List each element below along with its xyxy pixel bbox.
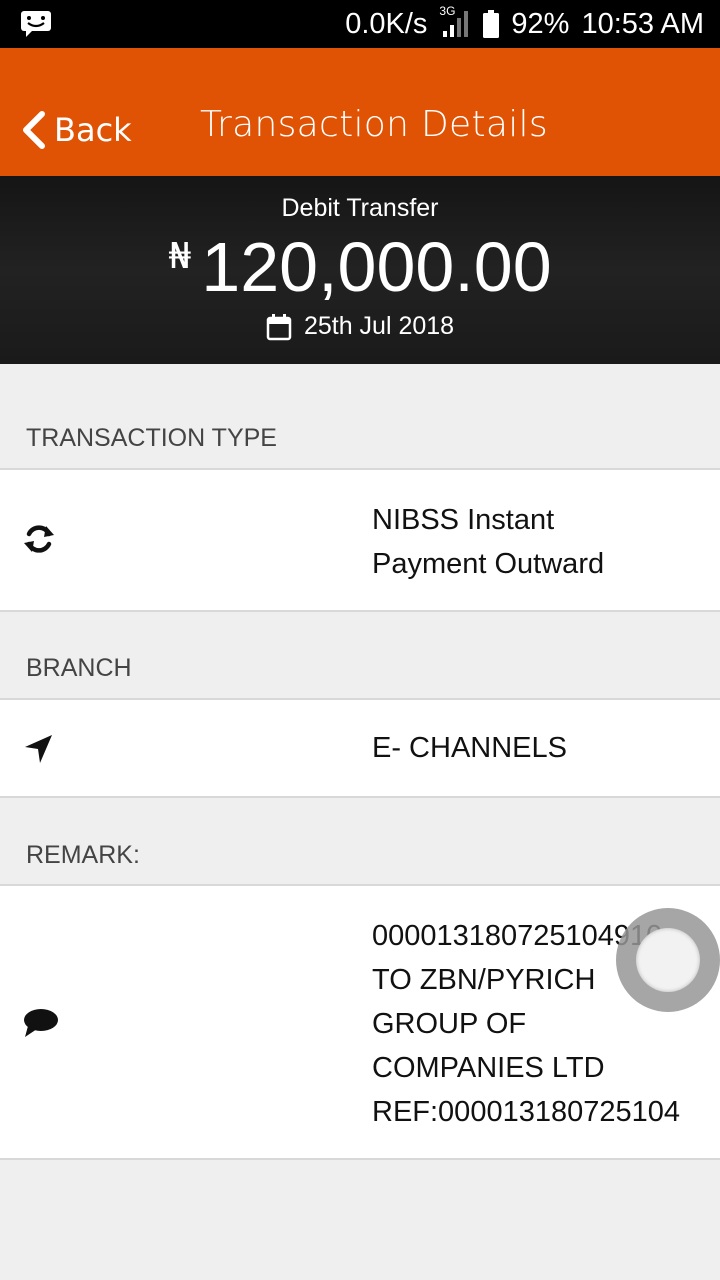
location-arrow-icon bbox=[25, 735, 52, 763]
status-bar: 0.0K/s 3G 92% 10:53 AM bbox=[0, 0, 720, 48]
calendar-icon bbox=[266, 313, 292, 340]
transaction-amount: 120,000.00 bbox=[201, 228, 552, 306]
screen-title: Transaction Details bbox=[200, 104, 548, 145]
refresh-icon bbox=[24, 525, 54, 553]
back-label: Back bbox=[54, 111, 132, 149]
section-label-remark: REMARK: bbox=[26, 841, 140, 869]
section-label-branch: BRANCH bbox=[26, 654, 132, 682]
transaction-type-value: NIBSS Instant Payment Outward bbox=[372, 504, 605, 580]
section-label-transaction-type: TRANSACTION TYPE bbox=[26, 424, 277, 452]
comment-icon bbox=[24, 1009, 58, 1037]
transaction-date: 25th Jul 2018 bbox=[303, 312, 455, 340]
net-speed: 0.0K/s bbox=[345, 7, 428, 40]
remark-row: 000013180725104910 TO ZBN/PYRICH GROUP O… bbox=[0, 884, 720, 1160]
status-right-group: 0.0K/s 3G 92% 10:53 AM bbox=[345, 0, 704, 48]
branch-row: E- CHANNELS bbox=[0, 698, 720, 798]
floating-touch-indicator[interactable] bbox=[616, 908, 720, 1012]
floating-touch-indicator-inner bbox=[636, 928, 700, 992]
transaction-summary: Debit Transfer ₦ 120,000.00 25th Jul 201… bbox=[0, 176, 720, 364]
currency-symbol: ₦ bbox=[168, 236, 192, 277]
chevron-left-icon bbox=[23, 111, 45, 149]
network-type: 3G bbox=[439, 4, 456, 18]
signal-icon: 3G bbox=[439, 5, 471, 39]
clock: 10:53 AM bbox=[581, 7, 704, 40]
branch-value: E- CHANNELS bbox=[372, 732, 567, 764]
app-bar: Back Transaction Details bbox=[0, 48, 720, 176]
transaction-kind: Debit Transfer bbox=[281, 194, 439, 222]
back-button[interactable]: Back bbox=[20, 106, 132, 154]
message-notification-icon bbox=[21, 11, 51, 37]
date-row: 25th Jul 2018 bbox=[0, 312, 720, 341]
amount-row: ₦ 120,000.00 bbox=[0, 224, 720, 310]
battery-icon bbox=[483, 10, 500, 38]
transaction-type-row: NIBSS Instant Payment Outward bbox=[0, 468, 720, 612]
battery-level: 92% bbox=[511, 7, 570, 40]
